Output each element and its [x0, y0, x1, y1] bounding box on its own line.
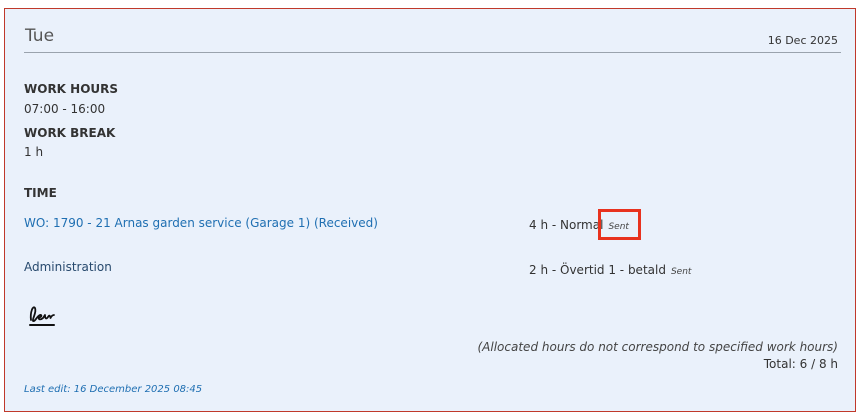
header-divider: [24, 52, 841, 53]
last-edit: Last edit: 16 December 2025 08:45: [24, 384, 203, 395]
day-date: 16 Dec 2025: [767, 34, 838, 47]
day-name: Tue: [25, 26, 55, 46]
time-entry-link-administration[interactable]: Administration: [24, 260, 112, 274]
work-break-label: WORK BREAK: [24, 126, 116, 140]
time-label: TIME: [24, 186, 57, 200]
signature-icon[interactable]: [27, 302, 57, 330]
allocation-note: (Allocated hours do not correspond to sp…: [477, 340, 839, 354]
time-entry-link-work-order[interactable]: WO: 1790 - 21 Arnas garden service (Gara…: [24, 216, 378, 230]
work-break-value: 1 h: [24, 145, 44, 159]
time-entry-status: Sent: [670, 267, 692, 277]
work-hours-value: 07:00 - 16:00: [24, 102, 106, 116]
time-entry-hours-text: 2 h - Övertid 1 - betald: [529, 263, 666, 277]
time-entry-hours-administration: 2 h - Övertid 1 - betald Sent: [529, 263, 691, 277]
total-hours: Total: 6 / 8 h: [763, 357, 838, 371]
work-hours-label: WORK HOURS: [24, 82, 119, 96]
time-entry-hours-text: 4 h - Normal: [529, 218, 604, 232]
day-card: Tue 16 Dec 2025 WORK HOURS 07:00 - 16:00…: [4, 8, 856, 412]
status-highlight-box: [598, 209, 641, 240]
